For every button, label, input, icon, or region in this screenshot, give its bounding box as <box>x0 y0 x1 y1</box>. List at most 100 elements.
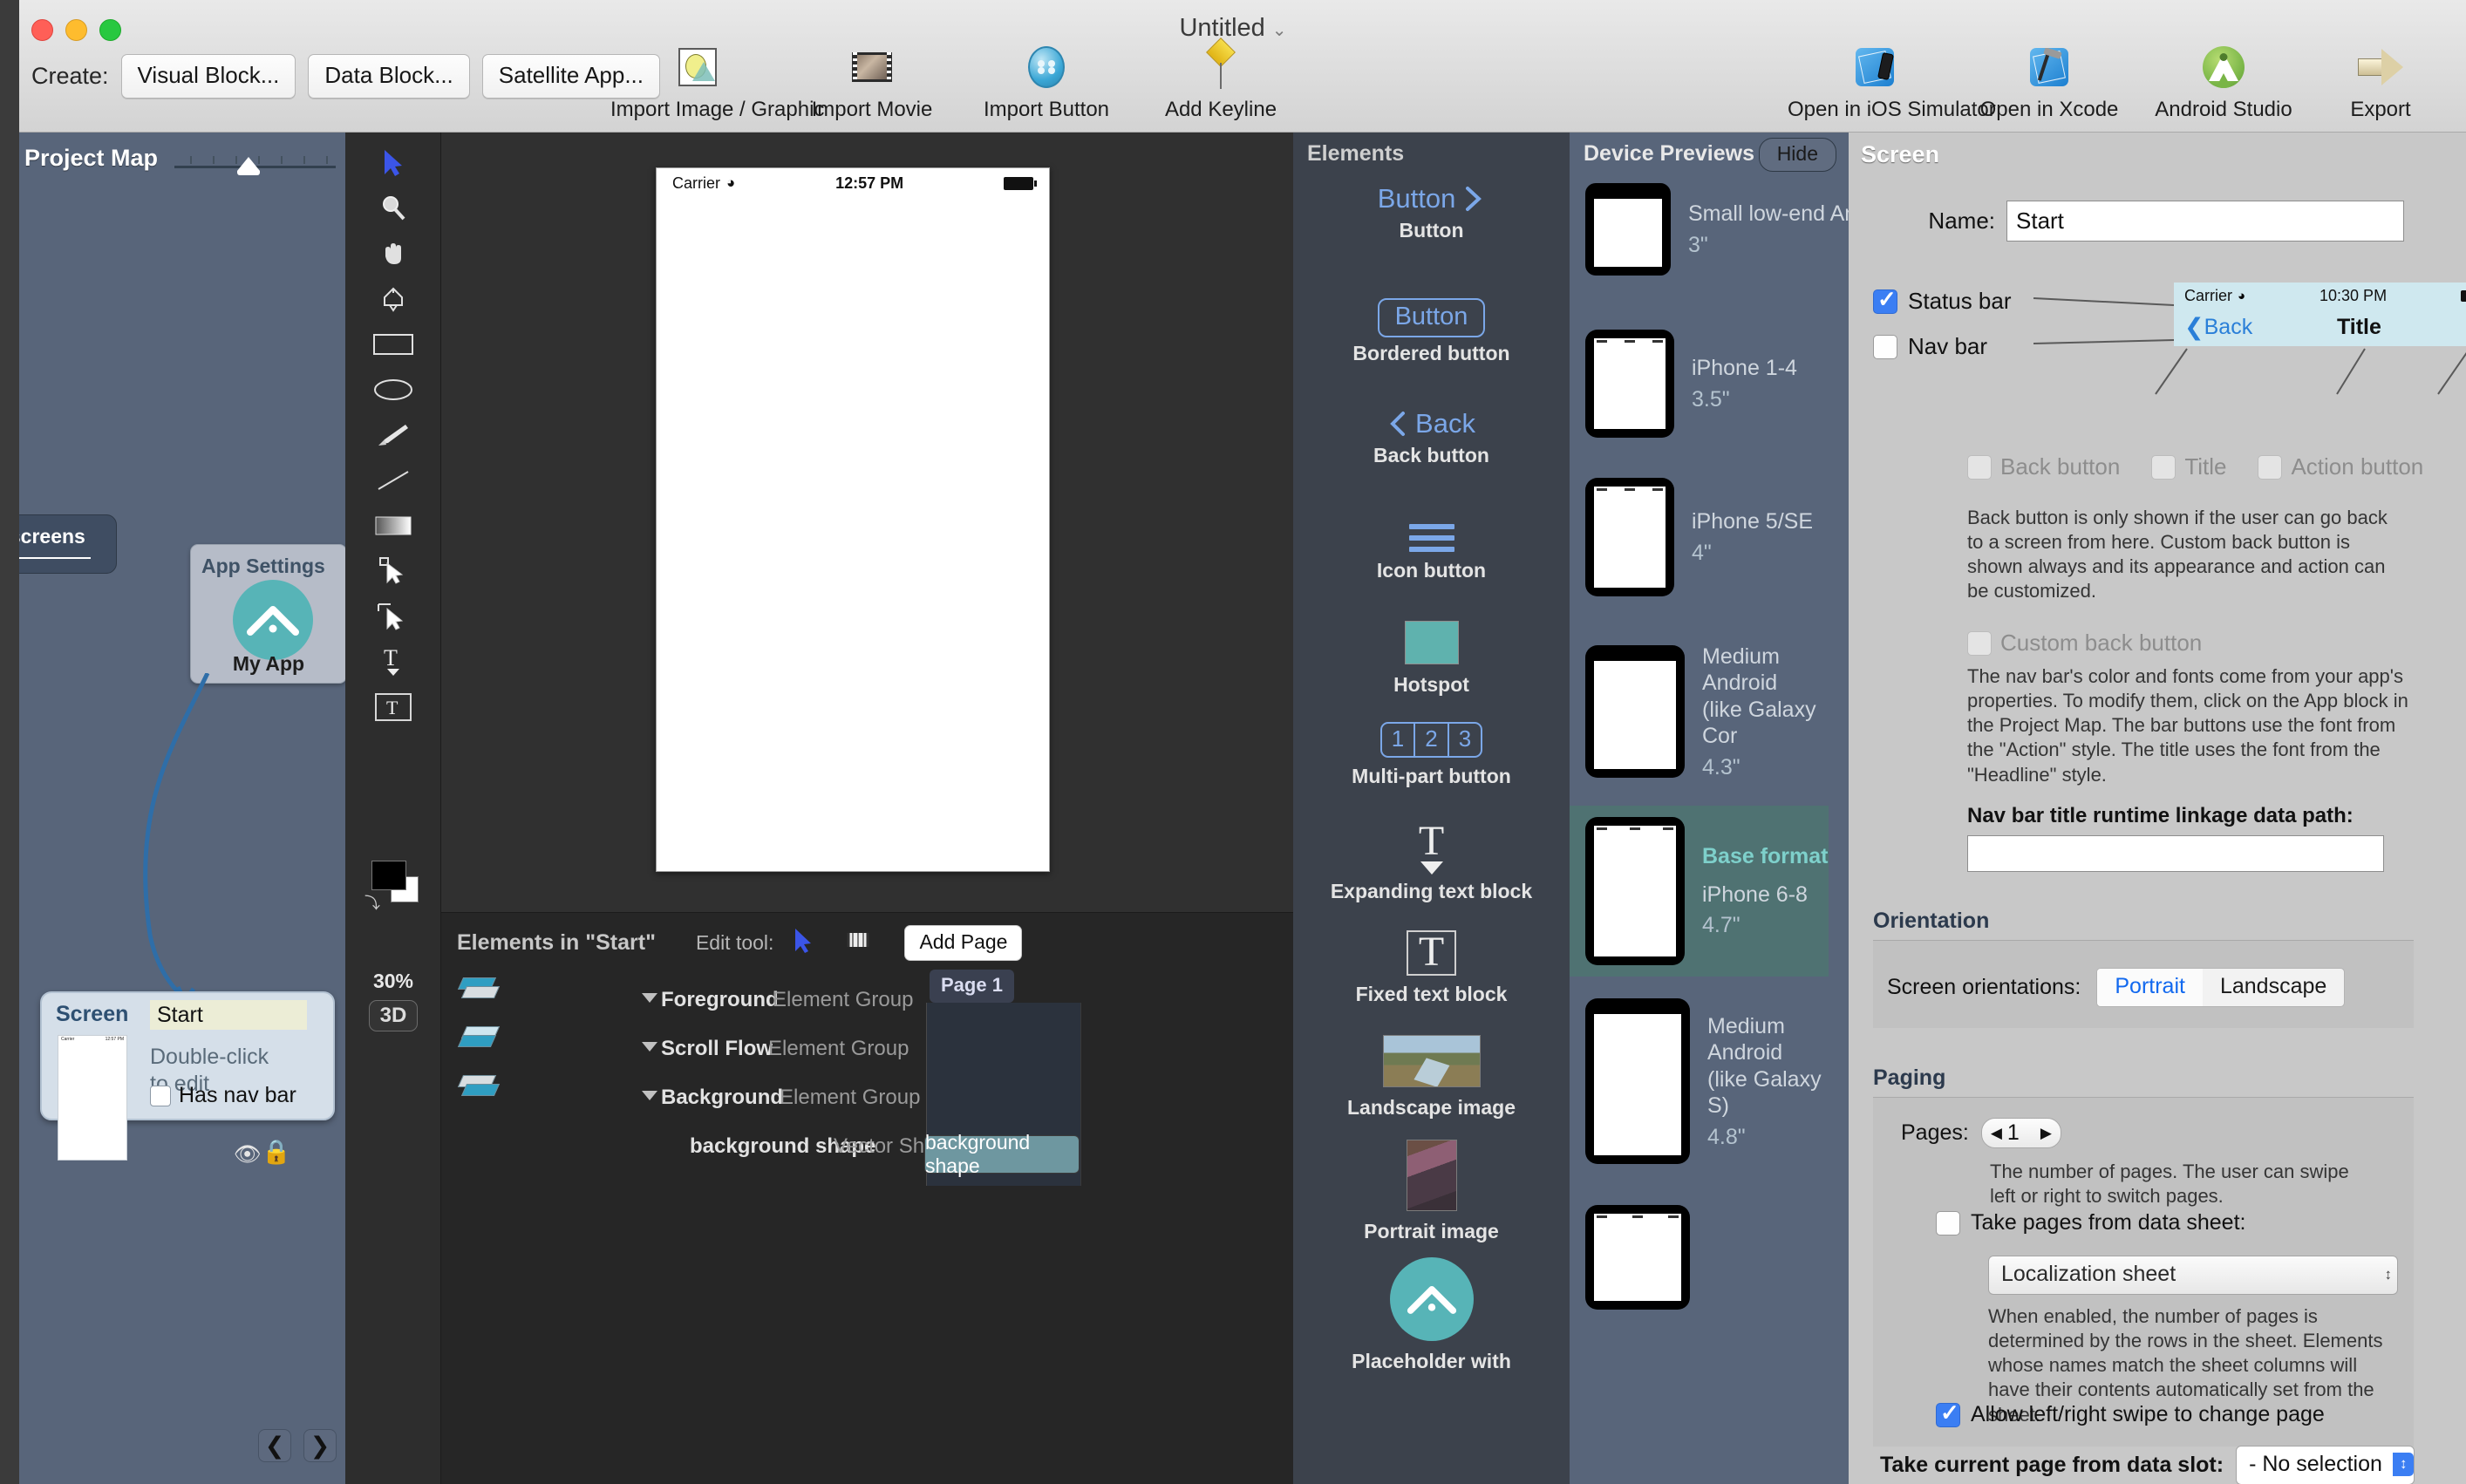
add-keyline-button[interactable]: Add Keyline <box>1134 37 1308 122</box>
swipe-checkbox[interactable] <box>1936 1399 1960 1427</box>
export-button[interactable]: Export <box>2311 42 2450 122</box>
add-page-button[interactable]: Add Page <box>904 925 1023 961</box>
element-fixed-text-block[interactable]: T Fixed text block <box>1293 930 1570 1006</box>
stepper-increment-icon[interactable]: ▶ <box>2040 1125 2052 1142</box>
edit-tool-scissors-icon[interactable] <box>845 928 871 958</box>
import-image-button[interactable]: Import Image / Graphic <box>610 42 824 122</box>
nav-bar-preview: Carrier ◕ 10:30 PM ❮ Back Title ✓ <box>2174 283 2466 346</box>
project-map-zoom-slider[interactable] <box>174 152 336 175</box>
orientation-segmented-control[interactable]: Portrait Landscape <box>2096 968 2346 1007</box>
take-pages-row[interactable]: Take pages from data sheet: <box>1936 1210 2245 1236</box>
screen-has-nav-bar-row[interactable]: Has nav bar <box>150 1083 296 1108</box>
stepper-decrement-icon[interactable]: ◀ <box>1991 1125 2002 1142</box>
pointer-icon[interactable] <box>345 141 441 185</box>
lock-icon[interactable]: 🔒 <box>262 1138 291 1166</box>
screen-block-name-field[interactable]: Start <box>150 1000 307 1030</box>
visual-block-button[interactable]: Visual Block... <box>120 54 296 99</box>
data-block-button[interactable]: Data Block... <box>308 54 470 99</box>
screen-block-start[interactable]: Screen Start Carrier 12:57 PM Double-cli… <box>40 991 335 1161</box>
element-icon-button[interactable]: Icon button <box>1293 518 1570 582</box>
zoom-icon[interactable] <box>345 187 441 230</box>
disclosure-triangle-icon[interactable] <box>642 1042 657 1052</box>
custom-back-button-row[interactable]: Custom back button <box>1967 630 2202 657</box>
nav-bar-checkbox[interactable] <box>1873 334 1897 359</box>
custom-back-button-checkbox[interactable] <box>1967 630 1992 656</box>
page-1-chip[interactable]: Page 1 <box>930 970 1014 1003</box>
device-preview-row[interactable]: Medium Android (like Galaxy Cor 4.3" <box>1570 636 1849 786</box>
element-bordered-button[interactable]: Button Bordered button <box>1293 298 1570 365</box>
background-shape-chip[interactable]: background shape <box>924 1131 1080 1177</box>
swap-colors-icon[interactable]: ⤵ <box>364 891 380 914</box>
orientation-portrait-option[interactable]: Portrait <box>2097 969 2203 1006</box>
foreground-color-swatch[interactable] <box>371 861 406 890</box>
device-preview-row[interactable] <box>1570 1205 1690 1310</box>
ellipse-icon[interactable] <box>345 368 441 412</box>
brush-icon[interactable] <box>345 413 441 457</box>
direct-select-icon[interactable] <box>345 549 441 593</box>
device-preview-row[interactable]: iPhone 1-4 3.5" <box>1570 323 1797 445</box>
has-nav-bar-checkbox[interactable] <box>150 1085 171 1106</box>
export-screens-block[interactable]: xport screens <box>0 514 117 574</box>
table-row[interactable]: Foreground Element Group <box>441 976 982 1025</box>
status-bar-checkbox[interactable] <box>1873 286 1897 314</box>
edit-tool-pointer-icon[interactable] <box>793 927 814 959</box>
project-map-prev-button[interactable]: ❮ <box>258 1429 291 1462</box>
device-preview-row[interactable]: iPhone 5/SE 4" <box>1570 473 1813 602</box>
project-map-next-button[interactable]: ❯ <box>303 1429 337 1462</box>
element-expanding-text-block[interactable]: T Expanding text block <box>1293 820 1570 903</box>
element-button[interactable]: Button Button <box>1293 183 1570 242</box>
device-preview-row[interactable]: Medium Android (like Galaxy S) 4.8" <box>1570 996 1849 1167</box>
text-tool-icon[interactable]: T <box>345 640 441 684</box>
action-button-checkbox-group[interactable]: Action button <box>2258 453 2423 480</box>
device-preview-row[interactable]: Small low-end An 3" <box>1570 176 1849 283</box>
back-button-checkbox[interactable] <box>1967 454 1992 480</box>
action-button-checkbox[interactable] <box>2258 454 2283 480</box>
element-landscape-image[interactable]: Landscape image <box>1293 1035 1570 1120</box>
back-button-help-text: Back button is only shown if the user ca… <box>1967 507 2388 602</box>
table-row[interactable]: background shape Vector Shape <box>441 1122 982 1171</box>
device-preview-row-selected[interactable]: Base format iPhone 6-8 4.7" <box>1570 806 1829 977</box>
element-back-button[interactable]: Back Back button <box>1293 408 1570 467</box>
visibility-eye-icon[interactable]: 👁 <box>234 1142 262 1167</box>
open-in-ios-simulator-button[interactable]: Open in iOS Simulator <box>1788 42 1996 122</box>
slider-handle[interactable] <box>237 157 260 175</box>
chevron-down-icon[interactable]: ⌄ <box>1272 21 1287 40</box>
color-swatches[interactable]: ⤵ <box>364 861 420 912</box>
canvas-area[interactable]: Carrier ◕ 12:57 PM <box>441 133 1293 913</box>
back-button-checkbox-group[interactable]: Back button <box>1967 453 2120 480</box>
screen-name-input[interactable]: Start <box>2006 201 2404 242</box>
app-settings-block[interactable]: App Settings My App <box>190 544 345 684</box>
group-select-icon[interactable] <box>345 595 441 638</box>
pages-stepper[interactable]: ◀ 1 ▶ <box>1980 1118 2061 1148</box>
element-multi-part-button[interactable]: 1 2 3 Multi-part button <box>1293 722 1570 788</box>
hand-icon[interactable] <box>345 232 441 276</box>
text-box-icon[interactable]: T <box>345 685 441 729</box>
pen-icon[interactable] <box>345 277 441 321</box>
data-slot-select[interactable]: - No selection ↕ <box>2236 1446 2415 1484</box>
title-checkbox[interactable] <box>2151 454 2176 480</box>
table-row[interactable]: Background Element Group <box>441 1073 982 1122</box>
android-studio-button[interactable]: Android Studio <box>2136 42 2311 122</box>
back-button-text: Back <box>1415 408 1475 439</box>
rectangle-icon[interactable] <box>345 323 441 366</box>
open-in-xcode-button[interactable]: Open in Xcode <box>1962 42 2136 122</box>
table-row[interactable]: Scroll Flow Element Group <box>441 1025 982 1073</box>
disclosure-triangle-icon[interactable] <box>642 1091 657 1100</box>
element-portrait-image[interactable]: Portrait image <box>1293 1140 1570 1243</box>
linkage-path-input[interactable] <box>1967 835 2384 872</box>
hide-device-previews-button[interactable]: Hide <box>1758 138 1836 172</box>
toggle-3d-button[interactable]: 3D <box>369 1000 418 1031</box>
disclosure-triangle-icon[interactable] <box>642 993 657 1003</box>
element-hotspot[interactable]: Hotspot <box>1293 621 1570 697</box>
import-button-button[interactable]: Import Button <box>959 42 1134 122</box>
title-checkbox-group[interactable]: Title <box>2151 453 2226 480</box>
screen-canvas-page[interactable]: Carrier ◕ 12:57 PM <box>656 167 1050 872</box>
swipe-row[interactable]: Allow left/right swipe to change page <box>1936 1399 2325 1427</box>
orientation-landscape-option[interactable]: Landscape <box>2203 969 2344 1006</box>
import-movie-button[interactable]: Import Movie <box>785 42 959 122</box>
take-pages-checkbox[interactable] <box>1936 1210 1960 1236</box>
line-icon[interactable] <box>345 459 441 502</box>
element-placeholder[interactable]: Placeholder with <box>1293 1257 1570 1373</box>
data-sheet-select[interactable]: Localization sheet ↕ <box>1988 1256 2398 1295</box>
gradient-icon[interactable] <box>345 504 441 548</box>
